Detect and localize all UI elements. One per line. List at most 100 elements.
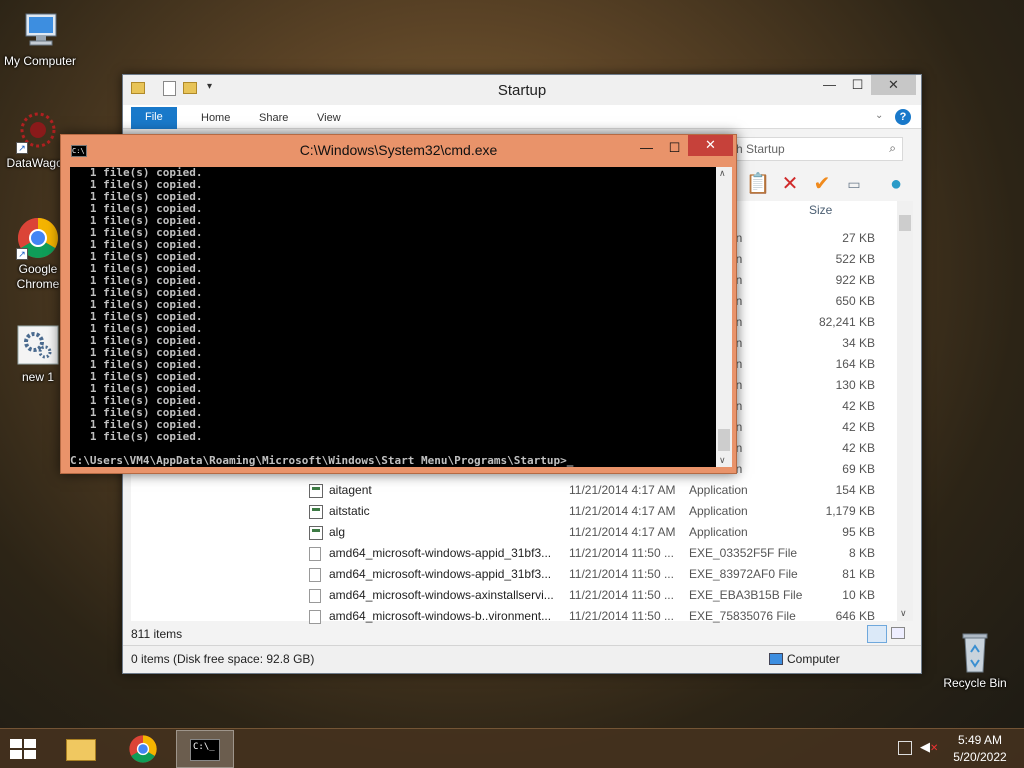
file-icon <box>309 589 321 603</box>
column-header-size[interactable]: Size <box>809 203 832 217</box>
status-bar-details: 0 items (Disk free space: 92.8 GB) Compu… <box>123 645 921 673</box>
shortcut-arrow-icon: ↗ <box>16 248 28 260</box>
file-name: amd64_microsoft-windows-appid_31bf3... <box>329 567 552 581</box>
file-row[interactable]: aitstatic 11/21/2014 4:17 AM Application 1,… <box>131 501 901 522</box>
file-type: Application <box>689 525 748 539</box>
disk-status: 0 items (Disk free space: 92.8 GB) <box>131 652 315 666</box>
network-icon[interactable] <box>898 741 912 755</box>
file-type: EXE_83972AF0 File <box>689 567 798 581</box>
close-button[interactable]: ✕ <box>871 75 916 95</box>
file-explorer-icon <box>66 739 96 761</box>
file-icon <box>309 568 321 582</box>
cmd-icon: C:\_ <box>190 739 220 761</box>
taskbar-chrome[interactable] <box>114 730 172 768</box>
file-size: 8 KB <box>848 546 875 560</box>
start-button[interactable] <box>8 737 38 761</box>
scroll-thumb[interactable] <box>899 215 911 231</box>
delete-icon[interactable]: ✕ <box>777 171 803 197</box>
settings-file-icon <box>16 324 60 368</box>
file-size: 42 KB <box>842 399 875 413</box>
help-icon[interactable]: ? <box>895 109 911 125</box>
file-size: 130 KB <box>835 378 875 392</box>
console-output: 1 file(s) copied. 1 file(s) copied. 1 fi… <box>89 167 203 443</box>
toolbar-icons: 📋 ✕ ✔ ▭ ● <box>735 169 921 199</box>
checkmark-icon[interactable]: ✔ <box>809 171 835 197</box>
file-date: 11/21/2014 4:17 AM <box>569 504 676 518</box>
file-row[interactable]: alg 11/21/2014 4:17 AM Application 95 KB <box>131 522 901 543</box>
file-date: 11/21/2014 11:50 ... <box>569 567 674 581</box>
file-name: aitstatic <box>329 504 370 518</box>
clock-date[interactable]: 5/20/2022 <box>948 750 1012 764</box>
details-view-button[interactable] <box>867 625 887 643</box>
file-size: 154 KB <box>835 483 875 497</box>
cmd-titlebar[interactable]: C:\ C:\Windows\System32\cmd.exe — ☐ ✕ <box>61 135 736 167</box>
shortcut-arrow-icon: ↗ <box>16 142 28 154</box>
file-date: 11/21/2014 4:17 AM <box>569 525 676 539</box>
file-size: 10 KB <box>842 588 875 602</box>
cmd-close-button[interactable]: ✕ <box>688 135 733 156</box>
rename-icon[interactable]: ▭ <box>841 171 867 197</box>
explorer-titlebar[interactable]: ▾ Startup — ☐ ✕ <box>123 75 921 105</box>
file-row[interactable]: amd64_microsoft-windows-axinstallservi..… <box>131 585 901 606</box>
file-type: Application <box>689 504 748 518</box>
cmd-window[interactable]: C:\ C:\Windows\System32\cmd.exe — ☐ ✕ 1 … <box>60 134 737 474</box>
file-row[interactable]: amd64_microsoft-windows-appid_31bf3... 11… <box>131 543 901 564</box>
status-bar-items: 811 items <box>123 623 921 645</box>
desktop-icon-my-computer[interactable]: My Computer <box>0 8 80 69</box>
file-size: 164 KB <box>835 357 875 371</box>
file-name: amd64_microsoft-windows-axinstallservi..… <box>329 588 554 602</box>
cmd-minimize-button[interactable]: — <box>633 138 660 158</box>
file-size: 34 KB <box>842 336 875 350</box>
scroll-up-icon[interactable]: ∧ <box>719 168 726 179</box>
file-list-scrollbar[interactable]: ∨ <box>897 201 913 621</box>
file-type: EXE_EBA3B15B File <box>689 588 803 602</box>
search-box[interactable]: h Startup ⌕ <box>731 137 903 161</box>
tab-home[interactable]: Home <box>187 108 244 129</box>
file-date: 11/21/2014 11:50 ... <box>569 588 674 602</box>
windows-logo-icon <box>10 739 36 759</box>
file-icon <box>309 547 321 561</box>
expand-ribbon-icon[interactable]: ⌄ <box>875 110 883 121</box>
tab-view[interactable]: View <box>303 108 355 129</box>
minimize-button[interactable]: — <box>816 75 843 95</box>
application-icon <box>309 526 323 540</box>
file-row[interactable]: aitagent 11/21/2014 4:17 AM Application 154… <box>131 480 901 501</box>
desktop-icon-recycle-bin[interactable]: Recycle Bin <box>935 630 1015 691</box>
file-size: 69 KB <box>842 462 875 476</box>
scroll-thumb[interactable] <box>718 429 730 451</box>
file-name: alg <box>329 525 346 539</box>
computer-small-icon <box>769 653 783 665</box>
cmd-maximize-button[interactable]: ☐ <box>661 138 688 158</box>
scroll-down-icon[interactable]: ∨ <box>900 608 907 619</box>
taskbar-file-explorer[interactable] <box>52 730 110 768</box>
clipboard-icon[interactable]: 📋 <box>745 171 771 197</box>
maximize-button[interactable]: ☐ <box>844 75 871 95</box>
desktop-icon-label: Recycle Bin <box>943 676 1007 690</box>
taskbar-cmd[interactable]: C:\_ <box>176 730 234 768</box>
scroll-down-icon[interactable]: ∨ <box>719 455 726 466</box>
tab-file[interactable]: File <box>131 107 177 129</box>
cmd-console[interactable]: 1 file(s) copied. 1 file(s) copied. 1 fi… <box>70 167 716 467</box>
tab-share[interactable]: Share <box>245 108 302 129</box>
recycle-bin-icon <box>953 630 997 674</box>
file-name: aitagent <box>329 483 372 497</box>
cmd-scrollbar[interactable]: ∧ ∨ <box>716 167 732 467</box>
application-icon <box>309 484 323 498</box>
search-icon[interactable]: ⌕ <box>889 141 896 156</box>
file-size: 95 KB <box>842 525 875 539</box>
location-label: Computer <box>787 652 840 666</box>
explorer-title: Startup <box>497 82 547 99</box>
large-icons-view-button[interactable] <box>891 627 905 639</box>
chrome-icon <box>129 735 157 763</box>
volume-muted-icon[interactable]: ◀✕ <box>920 739 938 755</box>
file-type: EXE_03352F5F File <box>689 546 798 560</box>
file-row[interactable]: amd64_microsoft-windows-appid_31bf3... 11… <box>131 564 901 585</box>
file-type: Application <box>689 483 748 497</box>
file-size: 81 KB <box>842 567 875 581</box>
console-prompt: C:\Users\VM4\AppData\Roaming\Microsoft\W… <box>70 454 574 467</box>
file-size: 650 KB <box>835 294 875 308</box>
globe-icon[interactable]: ● <box>883 171 909 197</box>
search-input[interactable]: h Startup <box>736 142 785 156</box>
clock-time[interactable]: 5:49 AM <box>948 733 1012 747</box>
file-size: 522 KB <box>835 252 875 266</box>
